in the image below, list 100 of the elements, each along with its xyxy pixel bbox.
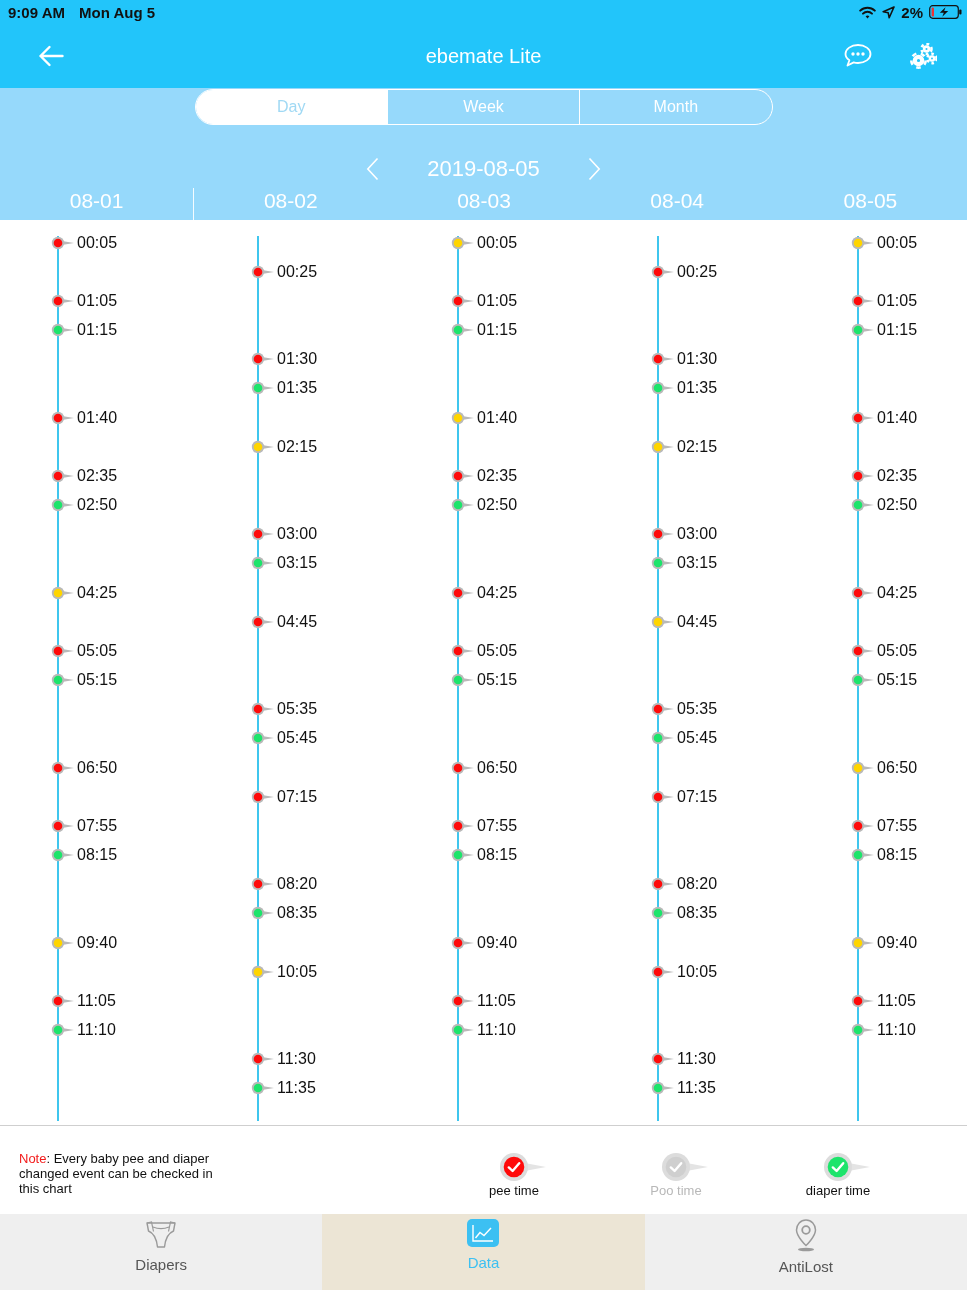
event-time: 11:05	[77, 991, 116, 1010]
tab-bar-item[interactable]: Diapers	[0, 1214, 323, 1290]
event-time: 11:05	[877, 991, 916, 1010]
event-time: 01:15	[477, 321, 518, 340]
wifi-icon	[859, 5, 877, 19]
event-time: 06:50	[877, 758, 918, 777]
event-time: 08:35	[277, 904, 318, 923]
event-time: 02:50	[877, 496, 918, 515]
event-time: 01:40	[877, 408, 918, 427]
event-time: 11:05	[477, 991, 516, 1010]
arrow-left-icon	[38, 45, 64, 67]
event-time: 01:30	[677, 350, 718, 369]
event-time: 05:45	[277, 729, 318, 748]
event-time: 01:30	[277, 350, 318, 369]
event-time: 02:35	[77, 466, 118, 485]
event-time: 00:05	[477, 233, 518, 252]
event-time: 11:30	[677, 1050, 716, 1069]
event-time: 07:15	[677, 787, 718, 806]
chevron-left-icon[interactable]	[366, 157, 380, 181]
event-time: 08:15	[877, 846, 918, 865]
event-time: 10:05	[677, 962, 718, 981]
event-time: 02:15	[677, 437, 718, 456]
event-time: 08:35	[677, 904, 718, 923]
day-header: 08-03	[457, 188, 511, 214]
event-time: 07:55	[77, 816, 118, 835]
period-tab[interactable]: Day	[195, 90, 387, 124]
event-time: 01:35	[277, 379, 318, 398]
line-chart-icon	[466, 1218, 501, 1248]
event-time: 03:15	[677, 554, 718, 573]
event-time: 02:15	[277, 437, 318, 456]
event-time: 03:00	[677, 525, 718, 544]
event-time: 03:00	[277, 525, 318, 544]
event-time: 11:10	[877, 1021, 916, 1040]
event-time: 11:10	[477, 1021, 516, 1040]
event-time: 11:30	[277, 1050, 316, 1069]
event-time: 01:35	[677, 379, 718, 398]
event-time: 04:25	[477, 583, 518, 602]
diaper-icon	[144, 1218, 179, 1250]
event-time: 08:15	[77, 846, 118, 865]
period-tab[interactable]: Month	[579, 90, 772, 124]
event-time: 08:20	[277, 875, 318, 894]
day-header: 08-02	[263, 188, 318, 214]
event-time: 05:15	[477, 671, 518, 690]
event-time: 08:15	[477, 846, 518, 865]
event-time: 04:25	[77, 583, 118, 602]
event-time: 05:35	[277, 700, 318, 719]
event-time: 04:25	[877, 583, 918, 602]
event-time: 05:45	[677, 729, 718, 748]
legend-label: pee time	[489, 1183, 539, 1199]
event-time: 03:15	[277, 554, 318, 573]
event-time: 01:40	[77, 408, 118, 427]
event-time: 02:50	[77, 496, 118, 515]
event-time: 01:15	[77, 321, 118, 340]
day-header: 08-05	[843, 188, 898, 214]
event-time: 06:50	[77, 758, 118, 777]
event-time: 00:05	[77, 233, 118, 252]
gears-icon	[910, 43, 937, 69]
event-time: 09:40	[77, 933, 118, 952]
legend-label: diaper time	[805, 1183, 871, 1199]
event-time: 02:35	[877, 466, 918, 485]
event-time: 05:05	[877, 641, 918, 660]
event-time: 07:55	[477, 816, 518, 835]
app-title: ebemate Lite	[425, 44, 542, 68]
legend-label: Poo time	[650, 1183, 702, 1199]
event-time: 00:25	[677, 262, 718, 281]
day-header: 08-04	[650, 188, 705, 214]
event-time: 09:40	[477, 933, 518, 952]
event-time: 05:05	[477, 641, 518, 660]
event-time: 06:50	[477, 758, 518, 777]
event-time: 11:35	[677, 1079, 716, 1098]
location-arrow-icon	[882, 5, 896, 19]
event-time: 04:45	[277, 612, 318, 631]
current-date: 2019-08-05	[427, 156, 540, 182]
event-time: 02:35	[477, 466, 518, 485]
tab-bar-item[interactable]: AntiLost	[644, 1214, 967, 1290]
event-time: 01:05	[477, 291, 518, 310]
chat-bubble-icon	[844, 43, 872, 67]
tab-bar-item[interactable]: Data	[322, 1214, 645, 1290]
event-time: 01:05	[877, 291, 918, 310]
event-time: 02:50	[477, 496, 518, 515]
event-time: 04:45	[677, 612, 718, 631]
event-time: 09:40	[877, 933, 918, 952]
status-date: Mon Aug 5	[78, 3, 156, 21]
period-tab[interactable]: Week	[386, 90, 580, 124]
event-time: 01:15	[877, 321, 918, 340]
battery-icon	[929, 5, 962, 19]
event-time: 11:35	[277, 1079, 316, 1098]
status-time: 9:09 AM	[8, 3, 65, 21]
event-time: 11:10	[77, 1021, 116, 1040]
day-header: 08-01	[69, 188, 124, 214]
event-time: 01:05	[77, 291, 118, 310]
event-time: 05:05	[77, 641, 118, 660]
event-time: 10:05	[277, 962, 318, 981]
event-time: 00:25	[277, 262, 318, 281]
event-time: 01:40	[477, 408, 518, 427]
event-time: 08:20	[677, 875, 718, 894]
event-time: 05:15	[77, 671, 118, 690]
chevron-right-icon[interactable]	[587, 157, 601, 181]
event-time: 05:35	[677, 700, 718, 719]
event-time: 07:55	[877, 816, 918, 835]
